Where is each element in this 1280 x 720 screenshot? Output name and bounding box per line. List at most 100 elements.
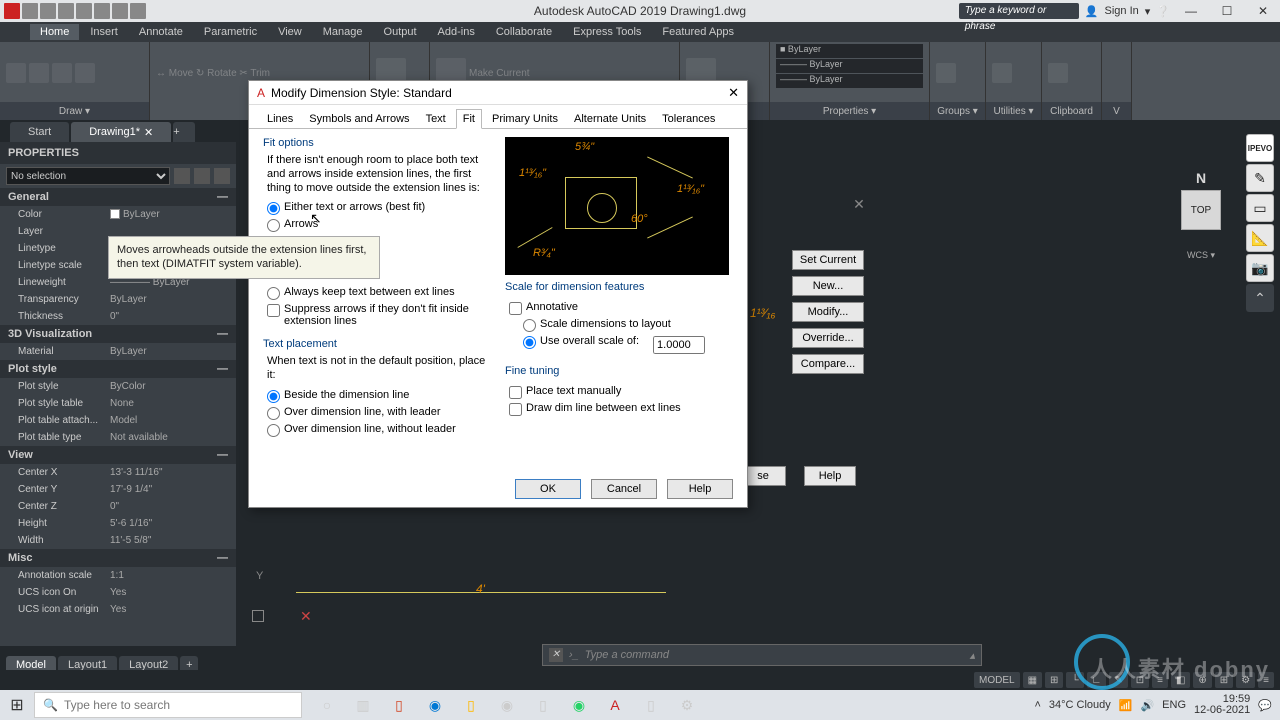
store-icon[interactable]: ▯ <box>528 690 558 720</box>
quick-select-icon[interactable] <box>174 168 190 184</box>
prop-group-general[interactable]: General— <box>0 188 236 206</box>
ipevo-icon[interactable]: IPEVO <box>1246 134 1274 162</box>
panel-clipboard[interactable]: Clipboard <box>1042 102 1101 120</box>
prop-row[interactable]: Plot table attach...Model <box>0 412 236 429</box>
cortana-icon[interactable]: ○ <box>312 690 342 720</box>
prop-row[interactable]: Thickness0" <box>0 308 236 325</box>
tab-addins[interactable]: Add-ins <box>428 24 485 40</box>
radio-either[interactable]: Either text or arrows (best fit) <box>267 201 493 215</box>
tab-output[interactable]: Output <box>374 24 427 40</box>
prop-group-plot-style[interactable]: Plot style— <box>0 360 236 378</box>
close-button[interactable]: ✕ <box>1248 2 1278 20</box>
camera-icon[interactable]: 📷 <box>1246 254 1274 282</box>
viewcube[interactable]: N TOP WCS ▾ <box>1166 170 1236 260</box>
tab-view[interactable]: View <box>268 24 312 40</box>
doc-tab-drawing1[interactable]: Drawing1*✕ <box>71 122 171 142</box>
prop-row[interactable]: Plot table typeNot available <box>0 429 236 446</box>
radio-always-keep[interactable]: Always keep text between ext lines <box>267 286 493 300</box>
panel-groups[interactable]: Groups ▾ <box>930 102 985 120</box>
cancel-button[interactable]: Cancel <box>591 479 657 499</box>
command-line[interactable]: ✕ ›_ Type a command ▴ <box>542 644 982 666</box>
new-style-button[interactable]: New... <box>792 276 864 296</box>
explorer-icon[interactable]: ▯ <box>456 690 486 720</box>
volume-icon[interactable]: 🔊 <box>1140 699 1154 712</box>
viewcube-top[interactable]: TOP <box>1181 190 1221 230</box>
clock[interactable]: 19:5912-06-2021 <box>1194 694 1250 716</box>
tab-close-icon[interactable]: ✕ <box>144 126 153 139</box>
app-menu-icon[interactable] <box>4 3 20 19</box>
tab-collaborate[interactable]: Collaborate <box>486 24 562 40</box>
help-button[interactable]: Help <box>667 479 733 499</box>
tab-fit[interactable]: Fit <box>456 109 482 129</box>
cmd-dropdown-icon[interactable]: ▴ <box>969 649 975 662</box>
radio-over-leader[interactable]: Over dimension line, with leader <box>267 406 493 420</box>
language-icon[interactable]: ENG <box>1162 699 1186 711</box>
prop-row[interactable]: Center X13'-3 11/16" <box>0 464 236 481</box>
prop-row[interactable]: Center Y17'-9 1/4" <box>0 481 236 498</box>
check-place-manual[interactable]: Place text manually <box>509 385 733 399</box>
prop-row[interactable]: UCS icon OnYes <box>0 584 236 601</box>
pickadd-icon[interactable] <box>214 168 230 184</box>
set-current-button[interactable]: Set Current <box>792 250 864 270</box>
status-model[interactable]: MODEL <box>974 672 1020 688</box>
prop-group-view[interactable]: View— <box>0 446 236 464</box>
prop-row[interactable]: UCS icon at originYes <box>0 601 236 618</box>
signin-icon[interactable]: 👤 <box>1085 5 1099 18</box>
override-button[interactable]: Override... <box>792 328 864 348</box>
help-icon[interactable]: ❔ <box>1156 5 1170 18</box>
signin-link[interactable]: Sign In <box>1105 5 1139 17</box>
saveas-icon[interactable] <box>76 3 92 19</box>
dialog-close-icon[interactable]: ✕ <box>728 85 739 101</box>
new-icon[interactable] <box>22 3 38 19</box>
tab-primary[interactable]: Primary Units <box>486 110 564 128</box>
check-annotative[interactable]: Annotative <box>509 301 733 315</box>
compare-button[interactable]: Compare... <box>792 354 864 374</box>
chevron-up-icon[interactable]: ⌃ <box>1246 284 1274 312</box>
powerpoint-icon[interactable]: ▯ <box>384 690 414 720</box>
prop-row[interactable]: Annotation scale1:1 <box>0 567 236 584</box>
tab-home[interactable]: Home <box>30 24 79 40</box>
undo-icon[interactable] <box>112 3 128 19</box>
tab-tolerances[interactable]: Tolerances <box>656 110 721 128</box>
radio-overall-scale[interactable]: Use overall scale of: <box>523 335 733 354</box>
windows-search[interactable]: 🔍 Type here to search <box>34 692 302 718</box>
doc-tab-add[interactable]: + <box>173 122 195 142</box>
prop-row[interactable]: Center Z0" <box>0 498 236 515</box>
radio-arrows[interactable]: Arrows <box>267 218 493 232</box>
radio-beside[interactable]: Beside the dimension line <box>267 389 493 403</box>
open-icon[interactable] <box>40 3 56 19</box>
overall-scale-input[interactable] <box>653 336 705 354</box>
start-button[interactable]: ⊞ <box>0 690 34 720</box>
status-snap-icon[interactable]: ⊞ <box>1045 672 1063 688</box>
select-objects-icon[interactable] <box>194 168 210 184</box>
check-suppress[interactable]: Suppress arrows if they don't fit inside… <box>267 303 493 327</box>
tab-alternate[interactable]: Alternate Units <box>568 110 652 128</box>
viewcube-wcs[interactable]: WCS ▾ <box>1166 250 1236 261</box>
cmd-close-icon[interactable]: ✕ <box>549 648 563 662</box>
weather-widget[interactable]: 34°C Cloudy <box>1049 699 1111 711</box>
pencil-icon[interactable]: ✎ <box>1246 164 1274 192</box>
prop-row[interactable]: Width11'-5 5/8" <box>0 532 236 549</box>
ok-button[interactable]: OK <box>515 479 581 499</box>
tab-manage[interactable]: Manage <box>313 24 373 40</box>
camera-app-icon[interactable]: ▯ <box>636 690 666 720</box>
keyword-search[interactable]: Type a keyword or phrase <box>959 3 1079 19</box>
tab-annotate[interactable]: Annotate <box>129 24 193 40</box>
tab-insert[interactable]: Insert <box>80 24 128 40</box>
exchange-icon[interactable]: ▾ <box>1145 5 1151 18</box>
panel-draw[interactable]: Draw ▾ <box>0 102 149 120</box>
selection-dropdown[interactable]: No selection <box>6 167 170 185</box>
tab-parametric[interactable]: Parametric <box>194 24 267 40</box>
panel-view[interactable]: V <box>1102 102 1131 120</box>
prop-row[interactable]: MaterialByLayer <box>0 343 236 360</box>
maximize-button[interactable]: ☐ <box>1212 2 1242 20</box>
wifi-icon[interactable]: 📶 <box>1119 699 1133 712</box>
tab-express[interactable]: Express Tools <box>563 24 651 40</box>
radio-over-noleader[interactable]: Over dimension line, without leader <box>267 423 493 437</box>
radio-scale-layout[interactable]: Scale dimensions to layout <box>523 318 733 332</box>
check-draw-dimline[interactable]: Draw dim line between ext lines <box>509 402 733 416</box>
prop-group-3d-visualization[interactable]: 3D Visualization— <box>0 325 236 343</box>
taskview-icon[interactable]: ▥ <box>348 690 378 720</box>
prop-row[interactable]: Plot style tableNone <box>0 395 236 412</box>
modify-style-button[interactable]: Modify... <box>792 302 864 322</box>
